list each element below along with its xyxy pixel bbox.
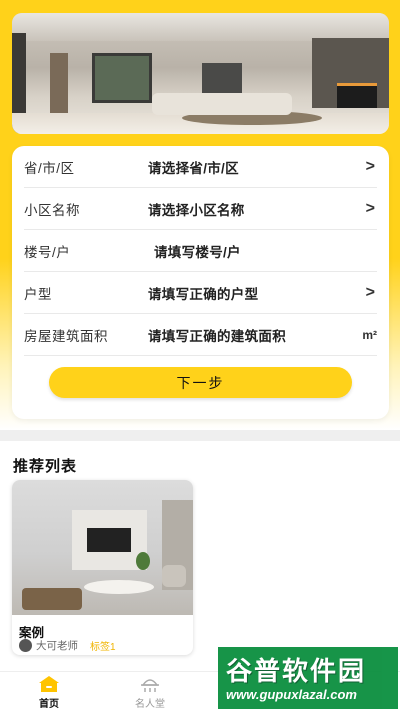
chevron-right-icon: > [365, 283, 375, 301]
watermark-text: 谷普软件园 [226, 656, 367, 686]
layout-value[interactable]: 请填写正确的户型 [148, 283, 258, 303]
site-watermark: 谷普软件园 www.gupuxlazal.com [218, 647, 398, 709]
area-label: 房屋建筑面积 [24, 328, 108, 344]
avatar [19, 639, 32, 652]
community-row[interactable]: 小区名称 请选择小区名称 > [24, 188, 377, 230]
community-label: 小区名称 [24, 202, 80, 218]
next-step-button[interactable]: 下一步 [49, 367, 352, 398]
recommend-title: 推荐列表 [13, 458, 78, 475]
tab-celebrity[interactable]: 名人堂 [120, 675, 180, 710]
building-unit-label: 楼号/户 [24, 244, 71, 260]
region-row[interactable]: 省/市/区 请选择省/市/区 > [24, 146, 377, 188]
region-value[interactable]: 请选择省/市/区 [148, 157, 239, 177]
case-image[interactable] [12, 480, 193, 615]
tab-celebrity-label: 名人堂 [135, 699, 165, 710]
building-unit-row[interactable]: 楼号/户 请填写楼号/户 [24, 230, 377, 272]
layout-label: 户型 [24, 286, 52, 302]
case-card[interactable]: 案例 大可老师 标签1 [12, 480, 193, 655]
area-input[interactable]: 请填写正确的建筑面积 [148, 325, 286, 345]
case-author: 大可老师 [36, 640, 78, 652]
home-icon [39, 676, 59, 692]
region-label: 省/市/区 [24, 160, 75, 176]
tab-home[interactable]: 首页 [19, 675, 79, 710]
case-tag: 标签1 [90, 642, 116, 653]
watermark-url: www.gupuxlazal.com [226, 687, 357, 702]
area-row[interactable]: 房屋建筑面积 请填写正确的建筑面积 m² [24, 314, 377, 356]
community-value[interactable]: 请选择小区名称 [148, 199, 245, 219]
case-meta: 大可老师 标签1 [19, 638, 116, 653]
tab-home-label: 首页 [39, 699, 59, 710]
chevron-right-icon: > [365, 157, 375, 175]
area-unit: m² [362, 327, 377, 342]
chevron-right-icon: > [365, 199, 375, 217]
banner-image[interactable] [12, 13, 389, 134]
building-unit-input[interactable]: 请填写楼号/户 [154, 241, 241, 261]
celebrity-icon [141, 679, 159, 692]
layout-row[interactable]: 户型 请填写正确的户型 > [24, 272, 377, 314]
house-info-form: 省/市/区 请选择省/市/区 > 小区名称 请选择小区名称 > 楼号/户 请填写… [12, 146, 389, 419]
recommend-section: 推荐列表 案例 大可老师 标签1 [0, 441, 400, 671]
